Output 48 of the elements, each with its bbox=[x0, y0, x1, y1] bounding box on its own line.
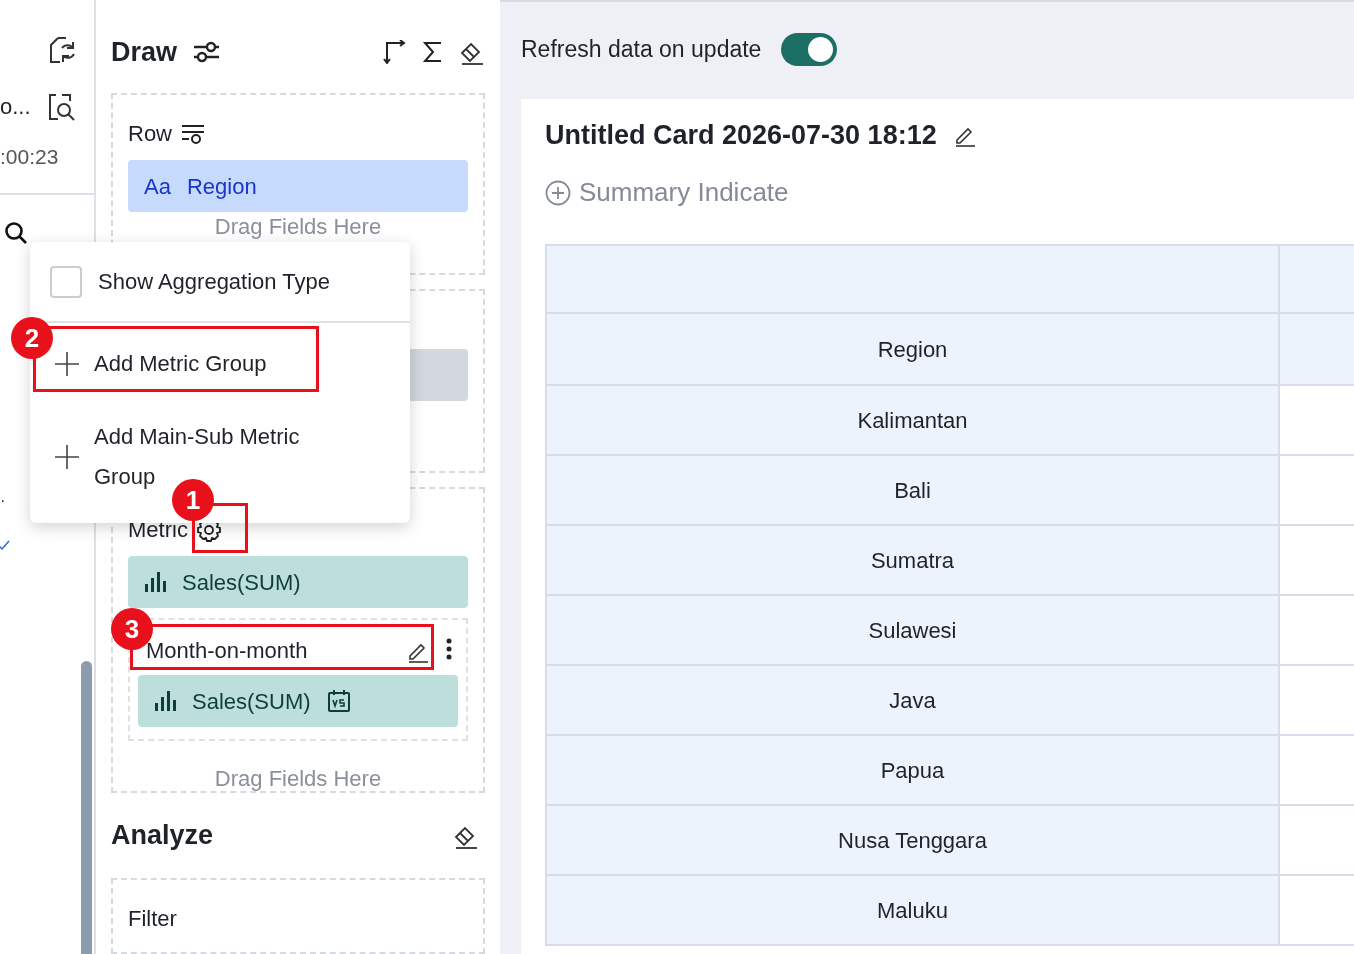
checkbox[interactable] bbox=[50, 265, 82, 298]
panel-title: Draw bbox=[111, 35, 178, 69]
menu-item[interactable]: Add Metric Group bbox=[54, 323, 410, 405]
callout-badge: 2 bbox=[11, 317, 53, 359]
sigma-icon[interactable] bbox=[423, 41, 443, 63]
field-name: Sales(SUM) bbox=[182, 568, 301, 597]
truncated-label: .. bbox=[0, 488, 6, 505]
row-header-cell: Sumatra bbox=[547, 526, 1280, 596]
section-label: Filter bbox=[128, 905, 177, 931]
section-label: Row bbox=[128, 120, 172, 148]
drop-hint: Drag Fields Here bbox=[213, 215, 383, 239]
sliders-icon[interactable] bbox=[193, 40, 222, 64]
plus-icon bbox=[54, 351, 80, 377]
row-header-cell: Maluku bbox=[547, 876, 1280, 946]
bar-chart-icon bbox=[144, 572, 166, 593]
check-icon bbox=[0, 538, 10, 551]
pivot-arrow-icon[interactable] bbox=[383, 40, 407, 64]
field-name: Region bbox=[186, 172, 257, 201]
row-header-cell: Bali bbox=[547, 456, 1280, 526]
toggle-label: Refresh data on update bbox=[521, 35, 762, 64]
menu-label: Show Aggregation Type bbox=[98, 268, 330, 296]
text-type-icon: Aa bbox=[144, 169, 171, 203]
scrollbar[interactable] bbox=[81, 660, 92, 954]
row-header-cell: Kalimantan bbox=[547, 386, 1280, 456]
row-header-cell: Nusa Tenggara bbox=[547, 806, 1280, 876]
row-header-cell: Papua bbox=[547, 736, 1280, 806]
file-refresh-icon[interactable] bbox=[48, 36, 76, 64]
time-label: :00:23 bbox=[0, 144, 60, 170]
add-circle-icon[interactable] bbox=[545, 179, 571, 206]
field-chip[interactable]: Sales(SUM) bbox=[138, 675, 458, 728]
field-name: Sales(SUM) bbox=[192, 687, 311, 716]
search-icon[interactable] bbox=[4, 220, 28, 245]
panel-title: Analyze bbox=[111, 819, 214, 853]
list-eye-icon[interactable] bbox=[180, 122, 206, 145]
plus-icon bbox=[54, 443, 80, 470]
column-header: Region bbox=[547, 314, 1280, 386]
row-header-cell: Java bbox=[547, 666, 1280, 736]
field-chip[interactable]: Aa Region bbox=[128, 160, 468, 212]
card-title: Untitled Card 2026-07-30 18:12 bbox=[545, 118, 937, 152]
calendar-vs-icon bbox=[326, 689, 351, 714]
more-icon[interactable] bbox=[446, 638, 452, 661]
toggle-switch[interactable] bbox=[781, 32, 838, 66]
field-chip[interactable]: Sales(SUM) bbox=[128, 556, 468, 609]
row-header-cell: Sulawesi bbox=[547, 596, 1280, 666]
document-search-icon[interactable] bbox=[48, 92, 76, 121]
drop-hint: Drag Fields Here bbox=[213, 767, 383, 792]
truncated-label: o... bbox=[0, 93, 31, 121]
bar-chart-icon bbox=[154, 691, 176, 712]
